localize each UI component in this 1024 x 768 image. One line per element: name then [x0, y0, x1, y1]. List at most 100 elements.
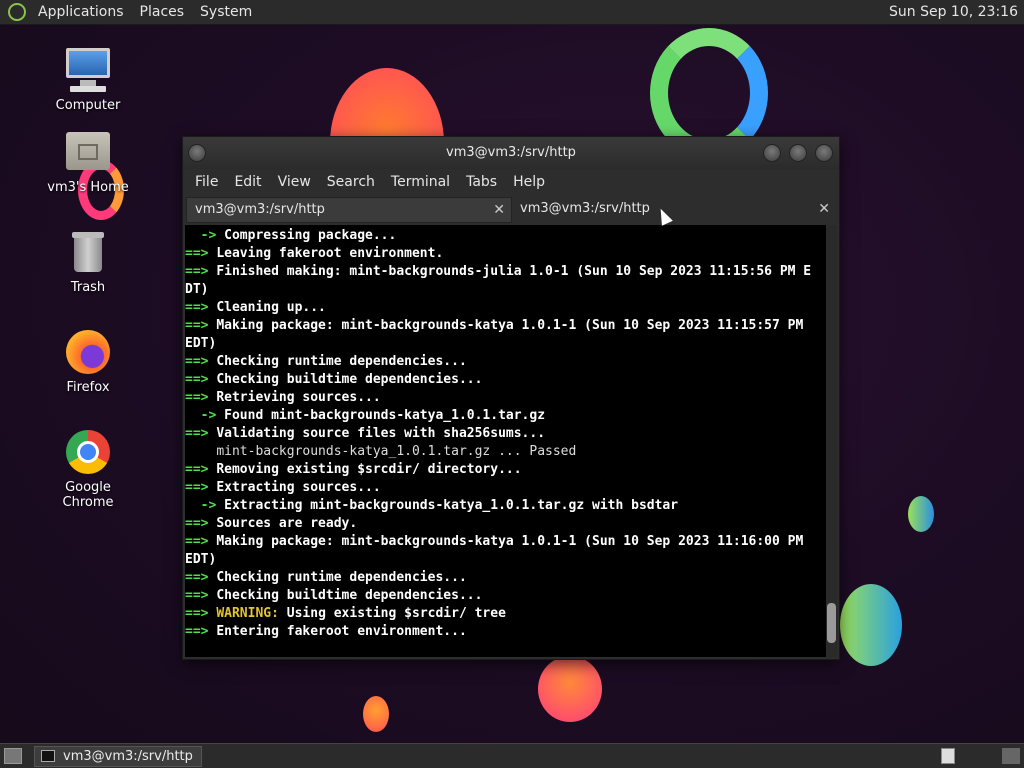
line-prefix: ==>: [185, 570, 217, 585]
warning-label: WARNING:: [216, 606, 279, 621]
line-text: Retrieving sources...: [216, 390, 381, 405]
window-menu-button[interactable]: [188, 144, 206, 162]
desktop-icon-label: Firefox: [66, 380, 110, 395]
terminal-line: -> Found mint-backgrounds-katya_1.0.1.ta…: [185, 407, 828, 425]
line-text: DT): [185, 282, 209, 297]
scrollbar[interactable]: [826, 225, 837, 657]
taskbar-window-label: vm3@vm3:/srv/http: [63, 749, 193, 764]
menu-file[interactable]: File: [187, 174, 226, 190]
line-text: Compressing package...: [224, 228, 397, 243]
line-text: Sources are ready.: [216, 516, 358, 531]
wallpaper-blob: [538, 656, 602, 722]
minimize-button[interactable]: [763, 144, 781, 162]
wallpaper-blob: [840, 584, 902, 666]
clock[interactable]: Sun Sep 10, 23:16: [889, 4, 1018, 20]
close-button[interactable]: [815, 144, 833, 162]
terminal-output[interactable]: -> Compressing package... ==> Leaving fak…: [185, 225, 828, 657]
menu-terminal[interactable]: Terminal: [383, 174, 458, 190]
line-prefix: ==>: [185, 588, 217, 603]
trash-applet-icon[interactable]: [1002, 748, 1020, 764]
line-text: Finished making: mint-backgrounds-julia …: [216, 264, 812, 279]
window-titlebar[interactable]: vm3@vm3:/srv/http: [183, 137, 839, 169]
terminal-line: ==> Leaving fakeroot environment.: [185, 245, 828, 263]
line-prefix: ->: [185, 498, 225, 513]
line-prefix: ==>: [185, 606, 217, 621]
line-prefix: [185, 444, 216, 459]
terminal-line: ==> Checking buildtime dependencies...: [185, 371, 828, 389]
desktop-icon-label: vm3's Home: [47, 180, 129, 195]
terminal-line: ==> Cleaning up...: [185, 299, 828, 317]
terminal-line: ==> Checking buildtime dependencies...: [185, 587, 828, 605]
menu-view[interactable]: View: [270, 174, 319, 190]
line-text: Checking runtime dependencies...: [216, 570, 467, 585]
line-text: Checking buildtime dependencies...: [216, 588, 483, 603]
desktop-icon-trash[interactable]: Trash: [38, 228, 138, 295]
terminal-line: ==> Extracting sources...: [185, 479, 828, 497]
desktop-icon-label: Computer: [55, 98, 121, 113]
line-prefix: ==>: [185, 462, 217, 477]
line-text: Cleaning up...: [216, 300, 326, 315]
tab-label: vm3@vm3:/srv/http: [520, 201, 650, 216]
line-text: EDT): [185, 336, 217, 351]
menu-edit[interactable]: Edit: [226, 174, 269, 190]
home-folder-icon: [64, 128, 112, 176]
line-text: Making package: mint-backgrounds-katya 1…: [216, 534, 804, 549]
desktop-icon-home[interactable]: vm3's Home: [38, 128, 138, 195]
desktop-icon-computer[interactable]: Computer: [38, 46, 138, 113]
line-prefix: ==>: [185, 264, 217, 279]
bottom-panel: vm3@vm3:/srv/http: [0, 743, 1024, 768]
terminal-line: ==> Validating source files with sha256s…: [185, 425, 828, 443]
desktop-icon-label: Google Chrome: [62, 480, 114, 510]
tab-label: vm3@vm3:/srv/http: [195, 202, 325, 217]
line-prefix: ==>: [185, 300, 217, 315]
close-tab-icon[interactable]: ✕: [493, 198, 505, 222]
terminal-line: DT): [185, 281, 828, 299]
menu-tabs[interactable]: Tabs: [458, 174, 505, 190]
terminal-line: -> Compressing package...: [185, 227, 828, 245]
menu-applications[interactable]: Applications: [30, 4, 132, 20]
terminal-line: EDT): [185, 335, 828, 353]
line-prefix: ==>: [185, 534, 217, 549]
line-text: Extracting mint-backgrounds-katya_1.0.1.…: [224, 498, 679, 513]
terminal-menubar: File Edit View Search Terminal Tabs Help: [183, 169, 839, 195]
terminal-line: mint-backgrounds-katya_1.0.1.tar.gz ... …: [185, 443, 828, 461]
desktop: Applications Places System Sun Sep 10, 2…: [0, 0, 1024, 768]
line-text: Entering fakeroot environment...: [216, 624, 467, 639]
line-text: Checking runtime dependencies...: [216, 354, 467, 369]
trash-icon: [64, 228, 112, 276]
taskbar-window-button[interactable]: vm3@vm3:/srv/http: [34, 746, 202, 767]
desktop-icon-chrome[interactable]: Google Chrome: [38, 428, 138, 510]
close-tab-icon[interactable]: ✕: [818, 197, 830, 221]
line-prefix: ==>: [185, 372, 217, 387]
mint-logo-icon[interactable]: [8, 3, 26, 21]
computer-icon: [64, 46, 112, 94]
tab-1[interactable]: vm3@vm3:/srv/http ✕: [186, 197, 512, 223]
maximize-button[interactable]: [789, 144, 807, 162]
menu-help[interactable]: Help: [505, 174, 553, 190]
line-text: Using existing $srcdir/ tree: [278, 606, 506, 621]
terminal-line: ==> Making package: mint-backgrounds-kat…: [185, 533, 828, 551]
terminal-icon: [41, 750, 55, 762]
terminal-line: ==> Entering fakeroot environment...: [185, 623, 828, 641]
tab-2[interactable]: vm3@vm3:/srv/http ✕: [512, 197, 836, 223]
line-text: Extracting sources...: [216, 480, 381, 495]
firefox-icon: [64, 328, 112, 376]
menu-search[interactable]: Search: [319, 174, 383, 190]
wallpaper-blob: [908, 496, 934, 532]
top-panel: Applications Places System Sun Sep 10, 2…: [0, 0, 1024, 25]
terminal-line: ==> Making package: mint-backgrounds-kat…: [185, 317, 828, 335]
line-prefix: ==>: [185, 390, 217, 405]
line-prefix: ==>: [185, 516, 217, 531]
line-text: mint-backgrounds-katya_1.0.1.tar.gz ... …: [216, 444, 577, 459]
line-prefix: ==>: [185, 480, 217, 495]
show-desktop-icon[interactable]: [4, 748, 22, 764]
wallpaper-blob: [363, 696, 389, 732]
menu-system[interactable]: System: [192, 4, 260, 20]
scrollbar-thumb[interactable]: [827, 603, 836, 643]
line-prefix: ==>: [185, 354, 217, 369]
line-prefix: ==>: [185, 318, 217, 333]
menu-places[interactable]: Places: [132, 4, 193, 20]
desktop-icon-firefox[interactable]: Firefox: [38, 328, 138, 395]
terminal-window[interactable]: vm3@vm3:/srv/http File Edit View Search …: [182, 136, 840, 660]
workspace-switcher[interactable]: [941, 748, 955, 764]
